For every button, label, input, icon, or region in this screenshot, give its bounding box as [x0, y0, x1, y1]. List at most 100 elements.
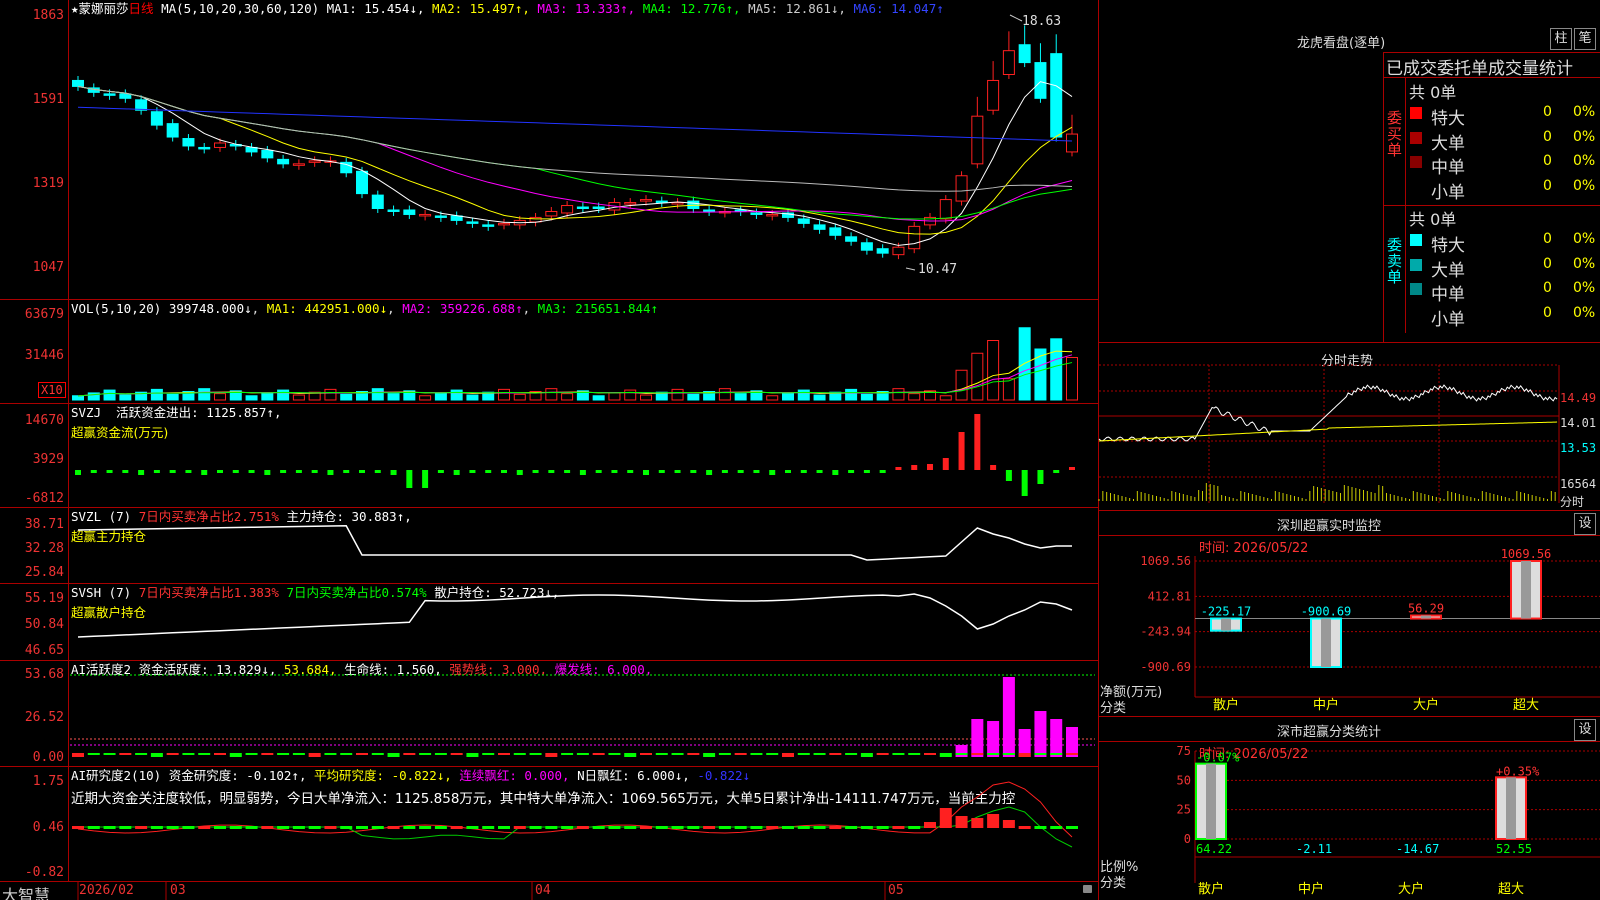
tick-mode-button[interactable]: 笔: [1574, 28, 1596, 50]
flow-bar: [832, 470, 839, 475]
sz-class-panel[interactable]: 深市超赢分类统计 设 时间: 2026/05/22 75 50 25 0 -0.07% 6…: [1099, 717, 1600, 900]
flow-bar: [942, 458, 949, 470]
volume-bar: [292, 394, 305, 401]
flow-bar: [1005, 470, 1012, 481]
activity-base: [1066, 753, 1078, 755]
ma-line: [77, 85, 1073, 235]
research-bar: [166, 826, 179, 829]
volume-bar: [592, 395, 605, 401]
legend-swatch: [1410, 283, 1422, 295]
y-label: 14.01: [1560, 416, 1597, 430]
svzj-panel[interactable]: SVZJ 活跃资金进出: 1125.857↑, 超赢资金流(万元) 14670 …: [0, 404, 1098, 508]
flow-bar: [264, 470, 271, 475]
ma-line: [77, 85, 1073, 222]
flow-bar: [138, 470, 145, 475]
activity-base: [576, 753, 589, 755]
volume-bar: [640, 394, 652, 401]
research-bar: [292, 826, 305, 829]
candle-body: [371, 194, 384, 210]
volume-bar: [797, 389, 810, 401]
y-label: 412.81: [1148, 589, 1191, 603]
lhb-total: 共 0单: [1409, 210, 1457, 229]
bar-bottom-label: -2.11: [1296, 842, 1332, 856]
ai-research-panel[interactable]: AI研究度2(10) 资金研究度: -0.102↑, 平均研究度: -0.822…: [0, 767, 1098, 882]
volume-bar: [892, 388, 905, 401]
candle-body: [466, 221, 479, 224]
research-bar: [135, 826, 148, 829]
activity-base: [340, 753, 353, 755]
candle-body: [387, 209, 400, 212]
candle-body: [1018, 44, 1031, 64]
flow-bar: [643, 470, 649, 475]
research-bar: [734, 826, 747, 829]
flow-bar: [548, 470, 555, 473]
research-bar: [87, 826, 100, 829]
research-bar: [214, 826, 226, 829]
volume-bar: [1034, 348, 1047, 401]
candle-body: [671, 202, 684, 205]
research-bar: [529, 826, 542, 829]
bar-bottom-label: -14.67: [1396, 842, 1439, 856]
candle-body: [545, 210, 558, 217]
volume-bar: [513, 393, 526, 401]
sz-monitor-panel[interactable]: 深圳超赢实时监控 设 时间: 2026/05/22 1069.56 412.81-…: [1099, 511, 1600, 717]
high-pointer: [1009, 14, 1023, 22]
activity-base: [308, 753, 321, 757]
y-label: 1069.56: [1140, 554, 1191, 568]
research-bar: [450, 826, 463, 829]
research-bar: [277, 826, 290, 829]
activity-bar: [1034, 711, 1047, 757]
size-label: 特大: [1431, 109, 1465, 129]
research-bar: [308, 826, 321, 829]
flow-bar: [280, 470, 287, 473]
activity-base: [245, 753, 258, 755]
research-bar: [419, 826, 432, 829]
research-bar: [482, 826, 495, 829]
research-bar: [750, 826, 763, 829]
research-bar: [829, 826, 842, 829]
activity-base: [324, 753, 337, 755]
activity-base: [387, 753, 400, 757]
flow-bar: [485, 470, 492, 473]
svzl-panel[interactable]: SVZL (7) 7日内买卖净占比2.751% 主力持仓: 30.883↑, 超…: [0, 508, 1098, 584]
research-bar: [860, 826, 873, 829]
research-bar: [640, 826, 652, 829]
ai-activity-panel[interactable]: AI活跃度2 资金活跃度: 13.829↓, 53.684, 生命线: 1.56…: [0, 661, 1098, 767]
volume-bar: [119, 394, 132, 401]
volume-bar: [971, 352, 984, 401]
y-label: 0: [1184, 832, 1191, 846]
flow-bar: [516, 470, 523, 475]
flow-bar: [674, 470, 681, 473]
candle-body: [261, 149, 274, 159]
ai-activity-chart: [70, 674, 1095, 757]
volume-panel[interactable]: VOL(5,10,20) 399748.000↓, MA1: 442951.00…: [0, 300, 1098, 404]
activity-base: [229, 753, 242, 757]
flow-bar: [595, 470, 602, 473]
activity-base: [655, 753, 668, 755]
candle-body: [72, 79, 84, 87]
activity-base: [955, 753, 968, 755]
intraday-panel[interactable]: 分时走势 14.49 14.01 13.53 16564 分时: [1098, 343, 1600, 511]
activity-bar: [1018, 729, 1031, 757]
research-bar: [198, 826, 211, 829]
volume-bar: [718, 388, 731, 401]
flow-bar: [122, 470, 129, 473]
research-bar: [782, 826, 794, 829]
lhb-tabs[interactable]: 已成交委托单成交量统计: [1386, 54, 1573, 79]
count-value: 0: [1543, 280, 1552, 296]
volume-bar: [166, 393, 179, 401]
svzj-chart: [75, 414, 1075, 496]
ai-research-chart: [72, 781, 1078, 848]
x-label: 04: [535, 883, 551, 898]
bar-mode-button[interactable]: 柱: [1550, 28, 1572, 50]
lock-icon[interactable]: [1083, 885, 1092, 893]
volume-bar: [214, 393, 226, 401]
candle-body: [182, 138, 195, 147]
activity-base: [1050, 753, 1063, 755]
y-label: -243.94: [1140, 625, 1191, 639]
kline-panel[interactable]: ★蒙娜丽莎日线 MA(5,10,20,30,60,120) MA1: 15.45…: [0, 0, 1098, 300]
percent-value: 0%: [1573, 177, 1596, 194]
svsh-panel[interactable]: SVSH (7) 7日内买卖净占比1.383% 7日内买卖净占比0.574% 散…: [0, 584, 1098, 661]
flow-bar: [879, 470, 886, 473]
y-label: 13.53: [1560, 441, 1597, 455]
